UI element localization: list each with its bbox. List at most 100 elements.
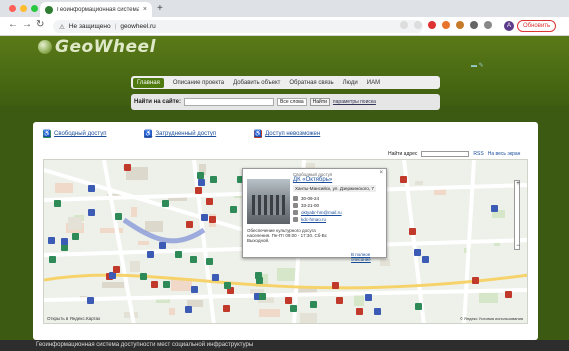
popup-address: Ханты-Мансийск, ул. Дзержинского, 7 (293, 185, 376, 192)
site-logo[interactable]: GeoWheel (38, 37, 156, 57)
wheelchair-marker-icon (310, 301, 317, 308)
new-tab-button[interactable]: + (157, 3, 163, 14)
wheelchair-marker-icon (210, 176, 217, 183)
browser-tab[interactable]: Геоинформационная системa × (40, 2, 152, 17)
legend-no-access[interactable]: ♿ Доступ невозможен (254, 130, 320, 138)
close-popup-icon[interactable]: × (379, 170, 383, 176)
legend-limited-access[interactable]: ♿ Затрудненный доступ (144, 130, 216, 138)
zoom-out-button[interactable]: − (515, 243, 521, 249)
wheelchair-marker-icon (48, 237, 55, 244)
mail-icon (293, 210, 298, 215)
logo-text: GeoWheel (55, 37, 156, 57)
globe-icon (38, 40, 52, 54)
zoom-in-button[interactable]: + (515, 181, 521, 187)
popup-title-link[interactable]: ДК «Октябрь» (293, 177, 332, 183)
wheelchair-icon: ♿ (144, 130, 153, 138)
menu-item-add-object[interactable]: Добавить объект (233, 80, 280, 86)
menu-item-home[interactable]: Главная (133, 77, 164, 88)
wheelchair-marker-icon (54, 200, 61, 207)
extension-orange-icon[interactable] (442, 21, 450, 29)
language-flags-icon[interactable]: ▬ ✎ (471, 62, 484, 69)
browser-tab-bar: Геоинформационная системa × + (0, 0, 569, 17)
site-search-input[interactable] (184, 98, 274, 106)
back-arrow-icon[interactable]: ← (8, 19, 18, 30)
menu-item-description[interactable]: Описание проекта (173, 80, 224, 86)
wheelchair-marker-icon (49, 256, 56, 263)
wheelchair-marker-icon (72, 233, 79, 240)
object-popup: × Свободный доступ ДК «Октябрь» Ханты-Ма… (242, 168, 387, 262)
address-search-input[interactable] (421, 151, 470, 157)
wheelchair-marker-icon (87, 297, 94, 304)
full-screen-link[interactable]: На весь экран (488, 151, 521, 157)
map-view[interactable]: + − Открыть в Яндекс.Картах © Яндекс Усл… (43, 159, 528, 324)
menu-item-feedback[interactable]: Обратная связь (289, 80, 333, 86)
zoom-control[interactable]: + − (514, 180, 520, 250)
menu-item-people[interactable]: Люди (343, 80, 358, 86)
search-icon[interactable] (400, 21, 408, 29)
extension-fox-icon[interactable] (456, 21, 464, 29)
maximize-window-button[interactable] (31, 5, 38, 12)
wheelchair-marker-icon (113, 266, 120, 273)
open-yandex-link[interactable]: Открыть в Яндекс.Картах (47, 316, 100, 321)
minimize-window-button[interactable] (20, 5, 27, 12)
legend-free-access[interactable]: ♿ Свободный доступ (43, 130, 106, 138)
main-content: ♿ Свободный доступ ♿ Затрудненный доступ… (33, 122, 538, 340)
globe-small-icon (293, 217, 298, 222)
profile-avatar[interactable]: A (504, 21, 514, 31)
wheelchair-marker-icon (159, 242, 166, 249)
sidebar-icon[interactable] (484, 21, 492, 29)
menu-item-iam[interactable]: ИАМ (367, 80, 380, 86)
wheelchair-marker-icon (206, 258, 213, 265)
tab-title: Геоинформационная системa (57, 6, 139, 13)
url-text: geowheel.ru (120, 23, 156, 30)
forward-arrow-icon[interactable]: → (22, 19, 32, 30)
building-photo[interactable] (247, 179, 290, 224)
wheelchair-marker-icon (163, 281, 170, 288)
wheelchair-marker-icon (185, 306, 192, 313)
wheelchair-marker-icon (290, 305, 297, 312)
footer-text: Геоинформационная система доступности ме… (36, 342, 254, 348)
star-icon[interactable] (414, 21, 422, 29)
wheelchair-marker-icon (223, 305, 230, 312)
search-button[interactable]: Найти (309, 98, 330, 106)
wheelchair-marker-icon (400, 176, 407, 183)
puzzle-icon[interactable] (470, 21, 478, 29)
search-scope-select[interactable]: Все слова (277, 98, 307, 106)
close-window-button[interactable] (9, 5, 16, 12)
wheelchair-marker-icon (61, 238, 68, 245)
wheelchair-marker-icon (201, 214, 208, 221)
close-tab-icon[interactable]: × (143, 6, 147, 13)
wheelchair-marker-icon (195, 187, 202, 194)
wheelchair-marker-icon (365, 294, 372, 301)
map-building-block (277, 268, 297, 281)
address-label: Найти адрес (388, 151, 418, 157)
extension-red-icon[interactable] (428, 21, 436, 29)
map-building-block (479, 293, 498, 303)
wheelchair-marker-icon (190, 256, 197, 263)
wheelchair-marker-icon (109, 272, 116, 279)
wheelchair-marker-icon (162, 200, 169, 207)
popup-more-link[interactable]: В полное описание (351, 252, 386, 262)
wheelchair-marker-icon (505, 291, 512, 298)
update-button[interactable]: Обновить (517, 20, 557, 32)
map-building-block (259, 309, 280, 317)
map-copyright[interactable]: © Яндекс Условия использования (460, 316, 523, 321)
wheelchair-marker-icon (472, 277, 479, 284)
search-params-link[interactable]: параметры поиска (333, 99, 376, 105)
popup-email-link[interactable]: oktyabr-hm@mail.ru (301, 210, 342, 215)
wheelchair-marker-icon (255, 272, 262, 279)
address-bar[interactable]: ⚠ Не защищено | geowheel.ru (53, 20, 423, 33)
reload-icon[interactable]: ↻ (36, 19, 44, 30)
legend-label: Свободный доступ (54, 131, 107, 137)
wheelchair-marker-icon (140, 273, 147, 280)
window-controls (9, 5, 38, 12)
wheelchair-marker-icon (332, 282, 339, 289)
map-building-block (187, 300, 203, 307)
popup-site-link[interactable]: kdc-hmao.ru (301, 217, 326, 222)
map-building-block (169, 308, 175, 315)
rss-link[interactable]: RSS (473, 151, 483, 157)
map-building-block (138, 241, 149, 245)
wheelchair-marker-icon (124, 164, 131, 171)
search-label: Найти на сайте: (134, 99, 181, 105)
wheelchair-marker-icon (491, 205, 498, 212)
